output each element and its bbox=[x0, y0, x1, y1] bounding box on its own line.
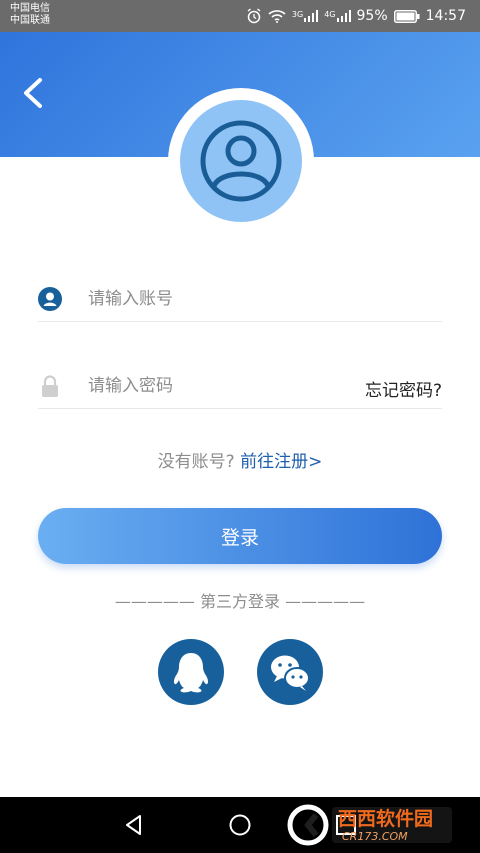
back-arrow-icon[interactable] bbox=[18, 76, 48, 110]
wechat-login-button[interactable] bbox=[257, 639, 323, 705]
battery-icon bbox=[393, 9, 420, 23]
signal-bars-icon bbox=[304, 10, 319, 22]
forgot-password-link[interactable]: 忘记密码? bbox=[365, 376, 442, 401]
register-question: 没有账号? bbox=[157, 452, 235, 472]
qq-icon bbox=[173, 653, 209, 693]
qq-login-button[interactable] bbox=[158, 639, 224, 705]
signal-bars-icon bbox=[336, 10, 351, 22]
watermark-text: 西西软件园 bbox=[338, 808, 434, 830]
status-bar: 中国电信 中国联通 3G 4G 95% 14:57 bbox=[0, 0, 480, 32]
login-button[interactable]: 登录 bbox=[38, 508, 442, 564]
back-icon[interactable] bbox=[120, 811, 148, 839]
signal-3g: 3G bbox=[291, 10, 319, 22]
network-3g-label: 3G bbox=[291, 10, 304, 19]
carrier-name-1: 中国电信 bbox=[10, 3, 50, 14]
home-icon[interactable] bbox=[226, 811, 254, 839]
user-icon bbox=[38, 287, 62, 311]
third-party-login-label: ————— 第三方登录 ————— bbox=[114, 592, 366, 611]
avatar[interactable] bbox=[180, 100, 302, 222]
battery-percent: 95% bbox=[356, 8, 388, 24]
carrier-name-2: 中国联通 bbox=[10, 15, 50, 26]
password-input[interactable] bbox=[88, 372, 348, 400]
account-input[interactable] bbox=[88, 285, 348, 313]
register-prompt: 没有账号? 前往注册> bbox=[0, 447, 480, 472]
status-icons: 3G 4G 95% 14:57 bbox=[246, 0, 466, 32]
wechat-icon bbox=[271, 655, 310, 691]
register-link[interactable]: 前往注册> bbox=[240, 452, 322, 472]
lock-icon bbox=[42, 375, 58, 397]
password-field: 忘记密码? bbox=[38, 364, 442, 409]
alarm-icon bbox=[247, 8, 261, 24]
carrier-info: 中国电信 中国联通 bbox=[10, 3, 50, 27]
account-field bbox=[38, 277, 442, 322]
signal-4g: 4G bbox=[324, 10, 351, 22]
clock: 14:57 bbox=[425, 8, 466, 24]
network-4g-label: 4G bbox=[324, 10, 336, 19]
wifi-icon bbox=[268, 10, 286, 23]
watermark-site: CR173.COM bbox=[342, 830, 408, 843]
user-avatar-icon bbox=[200, 120, 282, 202]
